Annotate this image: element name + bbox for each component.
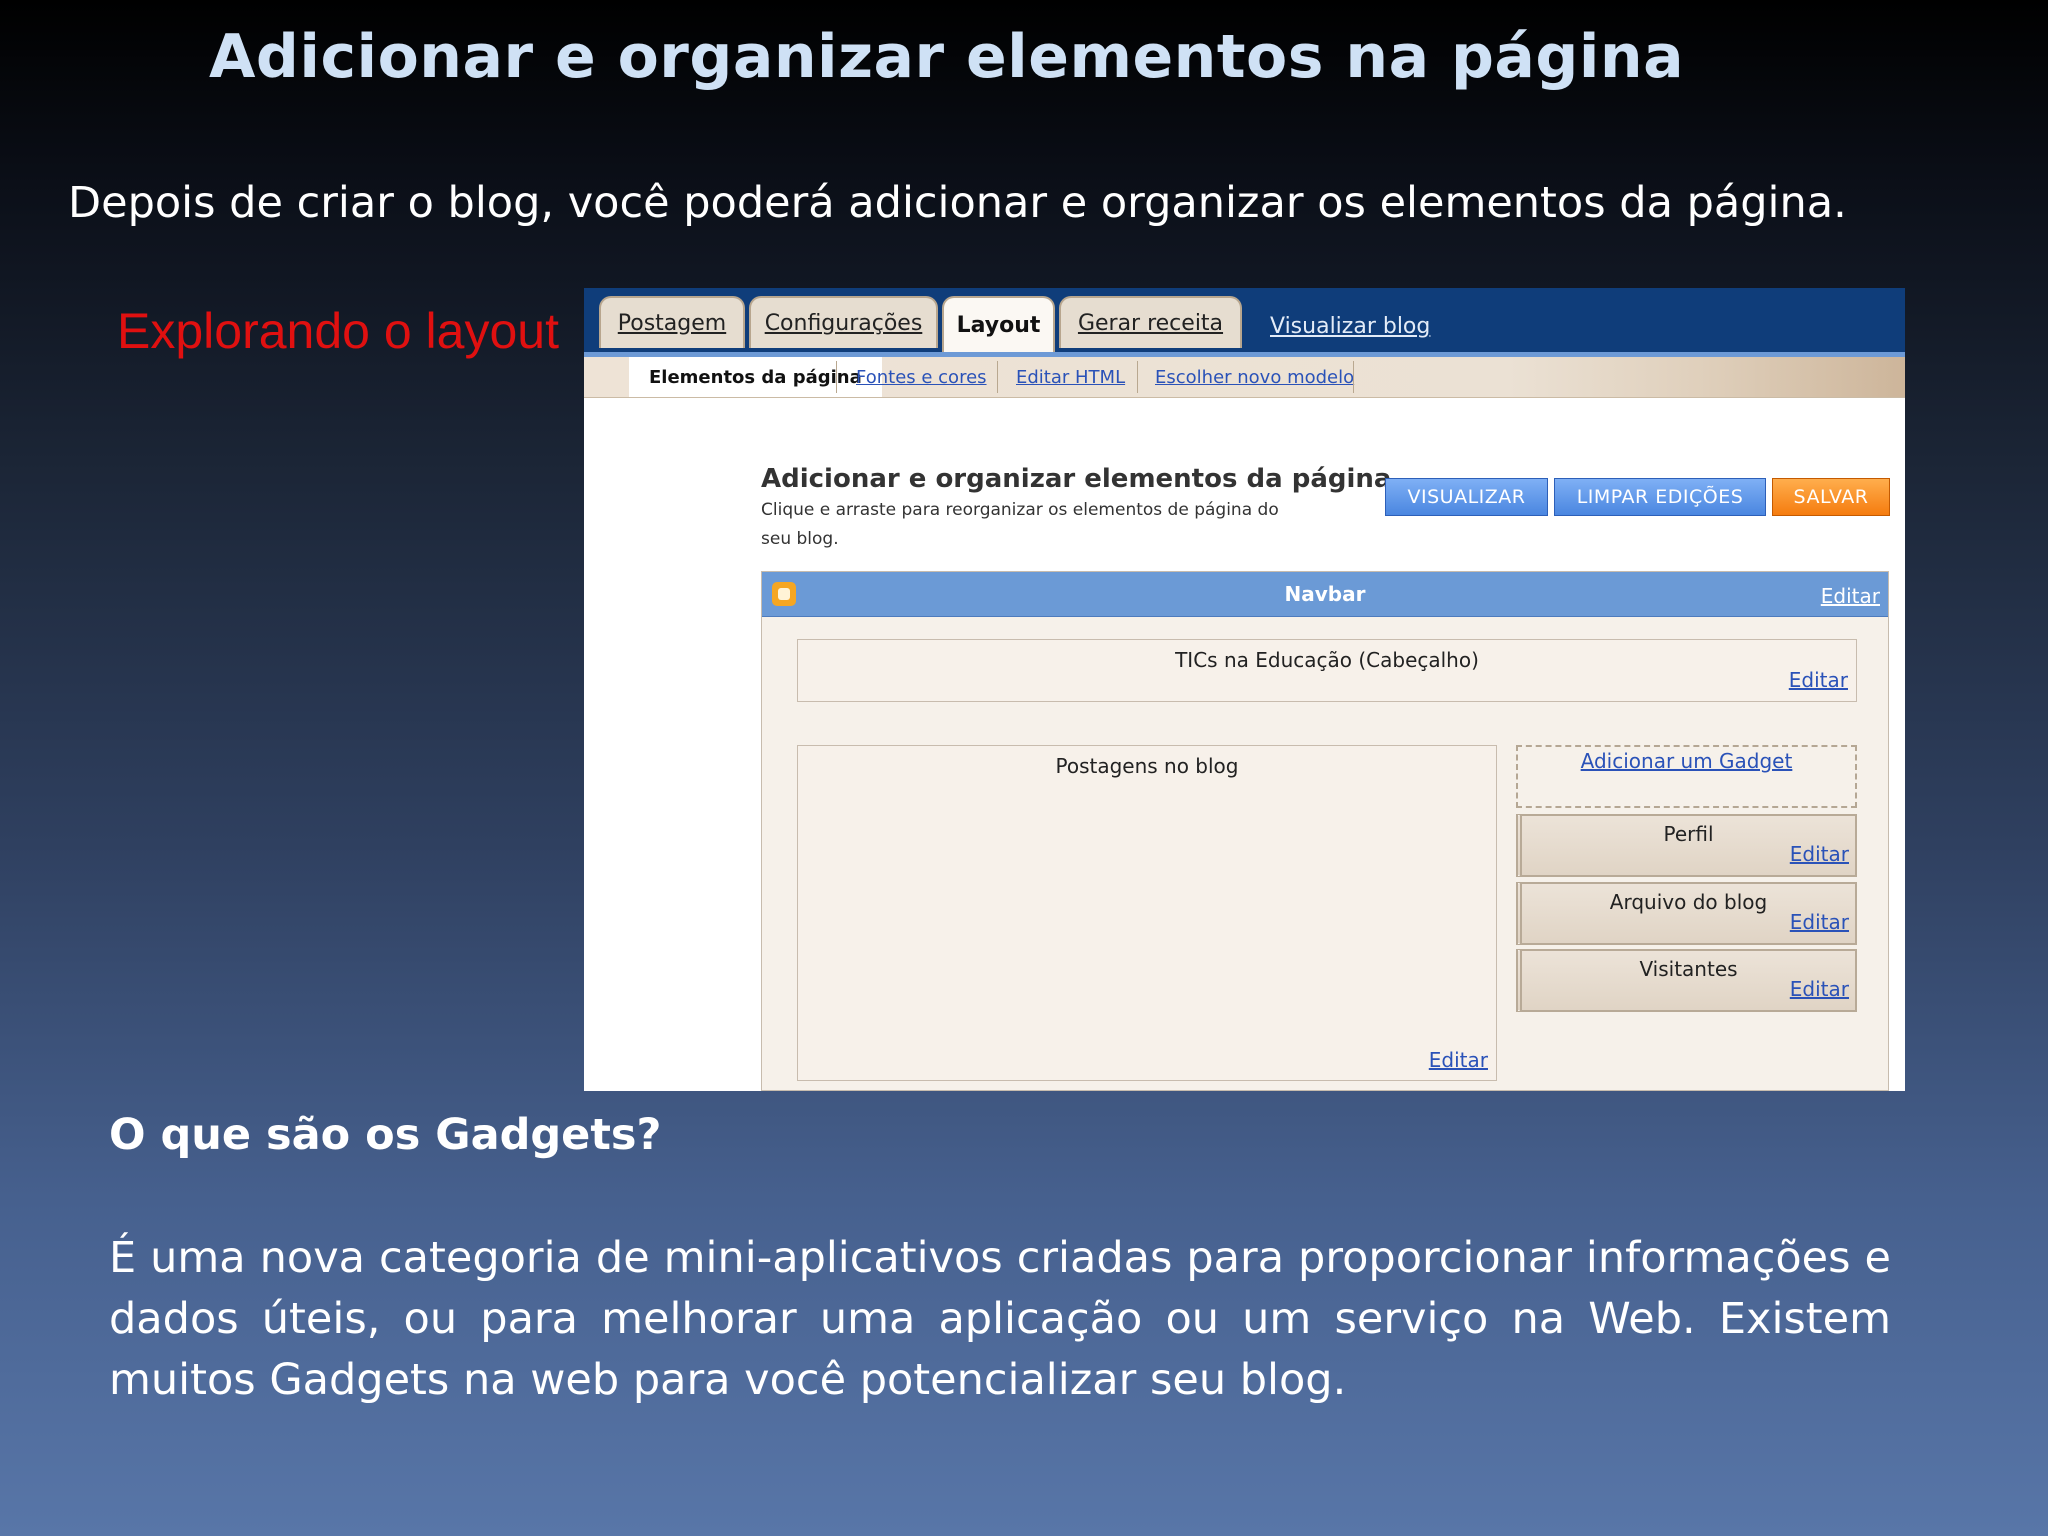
save-button[interactable]: SALVAR: [1772, 478, 1890, 516]
blog-posts-widget[interactable]: Postagens no blog Editar: [797, 745, 1497, 1081]
navbar-label: Navbar: [1284, 582, 1366, 606]
clear-edits-button[interactable]: LIMPAR EDIÇÕES: [1554, 478, 1766, 516]
add-gadget-area[interactable]: Adicionar um Gadget: [1516, 745, 1857, 808]
subtab-divider: [1353, 361, 1354, 393]
blog-posts-edit-link[interactable]: Editar: [1429, 1048, 1488, 1072]
subtab-page-elements[interactable]: Elementos da página: [629, 357, 882, 397]
section-label: Explorando o layout: [117, 303, 559, 359]
blog-posts-label: Postagens no blog: [1055, 754, 1239, 778]
blogger-layout-screenshot: Postagem Configurações Layout Gerar rece…: [584, 288, 1905, 1091]
subtab-divider: [1137, 361, 1138, 393]
tab-postagem[interactable]: Postagem: [599, 296, 745, 348]
tab-configuracoes[interactable]: Configurações: [749, 296, 938, 348]
layout-subheading: Clique e arraste para reorganizar os ele…: [761, 500, 1279, 549]
widget-perfil[interactable]: Perfil Editar: [1516, 814, 1857, 877]
subtab-choose-template[interactable]: Escolher novo modelo: [1155, 357, 1354, 397]
tab-layout[interactable]: Layout: [942, 296, 1055, 352]
preview-button[interactable]: VISUALIZAR: [1385, 478, 1548, 516]
widget-arquivo-blog[interactable]: Arquivo do blog Editar: [1516, 882, 1857, 945]
widget-visitantes-edit-link[interactable]: Editar: [1790, 977, 1849, 1001]
gadgets-paragraph: É uma nova categoria de mini-aplicativos…: [109, 1233, 1891, 1405]
navbar-widget[interactable]: Navbar Editar: [762, 572, 1888, 617]
subtab-divider: [836, 361, 837, 393]
header-widget-label: TICs na Educação (Cabeçalho): [1175, 648, 1479, 672]
subtab-divider: [997, 361, 998, 393]
subtab-bar: Elementos da página Fontes e cores Edita…: [584, 357, 1905, 398]
view-blog-link[interactable]: Visualizar blog: [1270, 314, 1430, 339]
header-edit-link[interactable]: Editar: [1789, 668, 1848, 692]
gadgets-heading: O que são os Gadgets?: [109, 1110, 662, 1160]
widget-arquivo-edit-link[interactable]: Editar: [1790, 910, 1849, 934]
subtab-edit-html[interactable]: Editar HTML: [1016, 357, 1125, 397]
widget-visitantes[interactable]: Visitantes Editar: [1516, 949, 1857, 1012]
tab-gerar-receita[interactable]: Gerar receita: [1059, 296, 1242, 348]
add-gadget-link[interactable]: Adicionar um Gadget: [1518, 749, 1855, 773]
subtab-fonts-colors[interactable]: Fontes e cores: [856, 357, 987, 397]
layout-heading: Adicionar e organizar elementos da págin…: [761, 464, 1392, 494]
slide-title: Adicionar e organizar elementos na págin…: [209, 22, 1685, 92]
intro-text: Depois de criar o blog, você poderá adic…: [68, 178, 1847, 228]
tab-bar: Postagem Configurações Layout Gerar rece…: [584, 288, 1905, 357]
layout-canvas: Navbar Editar TICs na Educação (Cabeçalh…: [761, 571, 1889, 1091]
navbar-edit-link[interactable]: Editar: [1821, 584, 1880, 608]
widget-perfil-edit-link[interactable]: Editar: [1790, 842, 1849, 866]
header-widget[interactable]: TICs na Educação (Cabeçalho) Editar: [797, 639, 1857, 702]
